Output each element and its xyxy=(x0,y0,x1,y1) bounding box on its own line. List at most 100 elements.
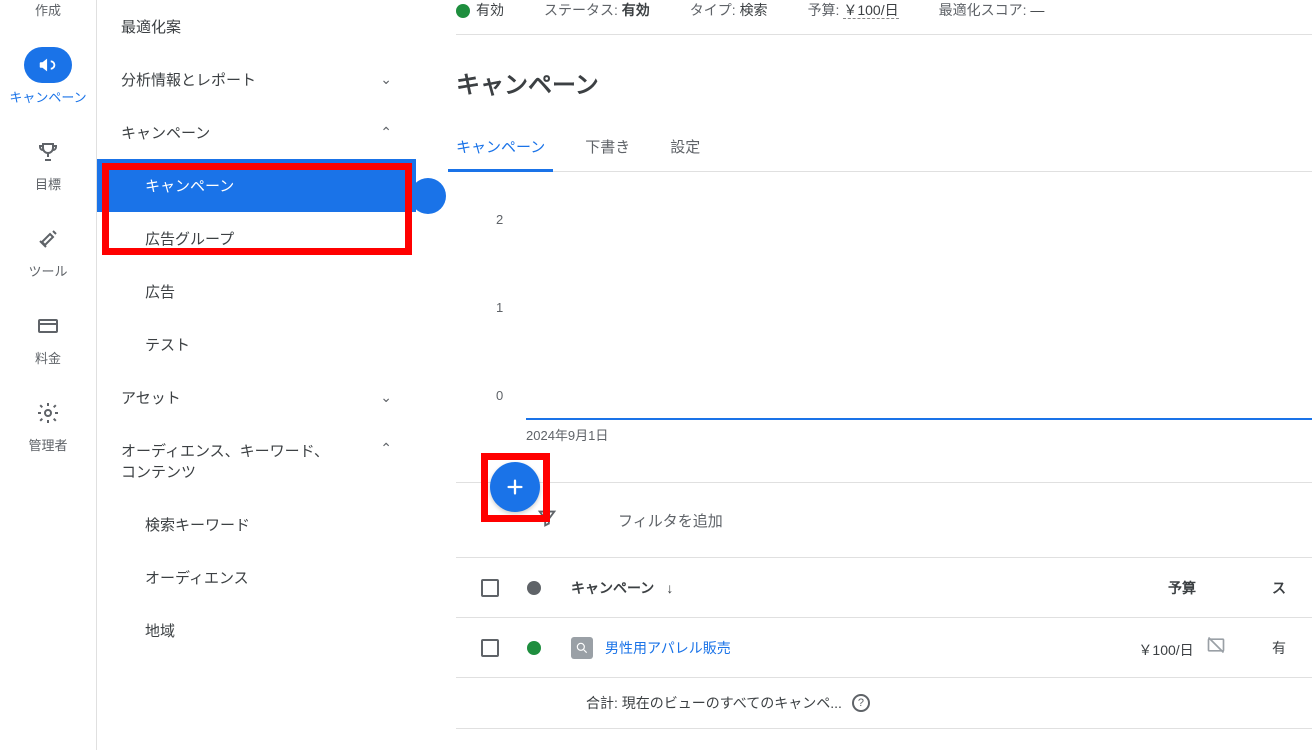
add-campaign-fab[interactable] xyxy=(490,462,540,512)
score-value: — xyxy=(1030,2,1044,18)
col-header-campaign-text: キャンペーン xyxy=(571,578,654,598)
budget-value: ￥100/日 xyxy=(843,2,898,19)
rail-item-create[interactable]: 作成 xyxy=(0,0,96,19)
campaign-statusbar: 有効 ステータス: 有効 タイプ: 検索 予算: ￥100/日 最適化スコア: … xyxy=(456,0,1312,20)
nav2-sub-label: テスト xyxy=(145,337,190,354)
secondary-nav: 最適化案 分析情報とレポート ⌄ キャンペーン ⌃ キャンペーン 広告グループ … xyxy=(96,0,416,750)
tab-drafts[interactable]: 下書き xyxy=(585,136,630,171)
nav2-sub-label: オーディエンス xyxy=(145,570,249,587)
rail-label-admin: 管理者 xyxy=(28,435,67,454)
nav2-sub-adgroups[interactable]: 広告グループ xyxy=(97,212,416,265)
rail-item-billing[interactable]: 料金 xyxy=(0,308,96,367)
status-score: 最適化スコア: — xyxy=(939,0,1045,20)
campaigns-table: キャンペーン ↓ 予算 ス 男性用アパレル販売 ￥100/日 xyxy=(456,558,1312,729)
rail-label-billing: 料金 xyxy=(35,348,61,367)
left-rail: 作成 キャンペーン 目標 ツール 料金 xyxy=(0,0,96,750)
table-summary-row: 合計: 現在のビューのすべてのキャンペ... ? xyxy=(456,678,1312,728)
table-row: 男性用アパレル販売 ￥100/日 有 xyxy=(456,618,1312,678)
rail-item-campaigns[interactable]: キャンペーン xyxy=(0,47,96,106)
trophy-icon xyxy=(24,134,72,170)
nav2-sub-label: 地域 xyxy=(145,623,175,640)
status-type: タイプ: 検索 xyxy=(690,0,768,20)
nav2-sub-label: 検索キーワード xyxy=(145,517,250,534)
row-status-icon[interactable] xyxy=(527,641,541,655)
search-type-icon xyxy=(571,637,593,659)
nav2-audiences[interactable]: オーディエンス、キーワード、コンテンツ ⌃ xyxy=(97,424,416,498)
nav2-sub-keywords[interactable]: 検索キーワード xyxy=(97,498,416,551)
nav2-sub-campaigns[interactable]: キャンペーン xyxy=(97,159,416,212)
chart-line xyxy=(526,418,1312,420)
nav2-label: 分析情報とレポート xyxy=(121,69,256,90)
nav2-campaigns[interactable]: キャンペーン ⌃ xyxy=(97,106,416,159)
divider xyxy=(456,34,1312,35)
nav2-label: オーディエンス、キーワード、コンテンツ xyxy=(121,440,341,482)
nav2-insights[interactable]: 分析情報とレポート ⌄ xyxy=(97,53,416,106)
nav2-assets[interactable]: アセット ⌄ xyxy=(97,371,416,424)
rail-label-campaigns: キャンペーン xyxy=(9,87,86,106)
main-content: 有効 ステータス: 有効 タイプ: 検索 予算: ￥100/日 最適化スコア: … xyxy=(416,0,1312,750)
chart-ytick-1: 1 xyxy=(496,300,503,315)
rail-item-tools[interactable]: ツール xyxy=(0,221,96,280)
rail-label-goals: 目標 xyxy=(35,174,61,193)
row-budget-value: ￥100/日 xyxy=(1138,642,1193,658)
score-label: 最適化スコア: xyxy=(939,2,1027,18)
nav2-label: キャンペーン xyxy=(121,122,210,143)
row-status-col: 有 xyxy=(1272,638,1312,658)
megaphone-icon xyxy=(24,47,72,83)
green-dot-icon xyxy=(456,4,470,18)
filter-row: フィルタを追加 xyxy=(456,482,1312,558)
col-header-campaign[interactable]: キャンペーン ↓ xyxy=(561,578,1092,598)
chevron-up-icon: ⌃ xyxy=(380,124,392,141)
nav2-sub-locations[interactable]: 地域 xyxy=(97,604,416,657)
chart-ytick-2: 2 xyxy=(496,212,503,227)
nav2-sub-ads[interactable]: 広告 xyxy=(97,265,416,318)
row-checkbox[interactable] xyxy=(481,639,499,657)
select-all-checkbox[interactable] xyxy=(481,579,499,597)
tabs-bar: キャンペーン 下書き 設定 xyxy=(456,136,1312,172)
chevron-down-icon: ⌄ xyxy=(380,71,392,88)
row-budget[interactable]: ￥100/日 xyxy=(1092,635,1272,660)
nav2-label: 最適化案 xyxy=(121,16,181,37)
status-header-icon[interactable] xyxy=(527,581,541,595)
status-budget[interactable]: 予算: ￥100/日 xyxy=(808,0,899,20)
summary-text: 合計: 現在のビューのすべてのキャンペ... xyxy=(586,693,842,713)
rail-item-goals[interactable]: 目標 xyxy=(0,134,96,193)
nav2-optimize[interactable]: 最適化案 xyxy=(97,0,416,53)
nav2-label: アセット xyxy=(121,387,181,408)
filter-icon[interactable] xyxy=(536,507,558,533)
type-label: タイプ: xyxy=(690,2,736,18)
chart-ytick-0: 0 xyxy=(496,388,503,403)
card-icon xyxy=(24,308,72,344)
nav2-sub-tests[interactable]: テスト xyxy=(97,318,416,371)
col-header-budget[interactable]: 予算 xyxy=(1092,578,1272,598)
image-off-icon xyxy=(1206,635,1226,655)
tab-settings[interactable]: 設定 xyxy=(670,136,700,171)
chart-xtick: 2024年9月1日 xyxy=(526,425,608,444)
nav2-sub-audiences[interactable]: オーディエンス xyxy=(97,551,416,604)
nav2-sub-label: キャンペーン xyxy=(145,178,234,195)
type-value: 検索 xyxy=(740,2,768,18)
status-value: 有効 xyxy=(622,2,650,18)
budget-label: 予算: xyxy=(808,2,840,18)
rail-item-admin[interactable]: 管理者 xyxy=(0,395,96,454)
chevron-up-icon: ⌃ xyxy=(380,440,392,457)
page-title: キャンペーン xyxy=(456,65,1312,100)
chevron-down-icon: ⌄ xyxy=(380,389,392,406)
nav2-sub-label: 広告 xyxy=(145,284,175,301)
table-header-row: キャンペーン ↓ 予算 ス xyxy=(456,558,1312,618)
status-label: ステータス: xyxy=(544,2,618,18)
campaign-name-link[interactable]: 男性用アパレル販売 xyxy=(605,638,731,658)
status-status: ステータス: 有効 xyxy=(544,0,650,20)
performance-chart: 2 1 0 2024年9月1日 xyxy=(456,212,1312,432)
sort-arrow-icon: ↓ xyxy=(666,580,673,596)
status-enabled: 有効 xyxy=(456,0,504,20)
filter-add[interactable]: フィルタを追加 xyxy=(618,510,723,531)
rail-label-create: 作成 xyxy=(35,0,61,19)
tab-campaigns[interactable]: キャンペーン xyxy=(456,136,545,171)
col-header-status[interactable]: ス xyxy=(1272,578,1312,598)
wrench-icon xyxy=(24,221,72,257)
nav2-sub-label: 広告グループ xyxy=(145,231,234,248)
help-icon[interactable]: ? xyxy=(852,694,870,712)
status-enabled-text: 有効 xyxy=(476,2,504,18)
expand-handle[interactable] xyxy=(410,178,446,214)
